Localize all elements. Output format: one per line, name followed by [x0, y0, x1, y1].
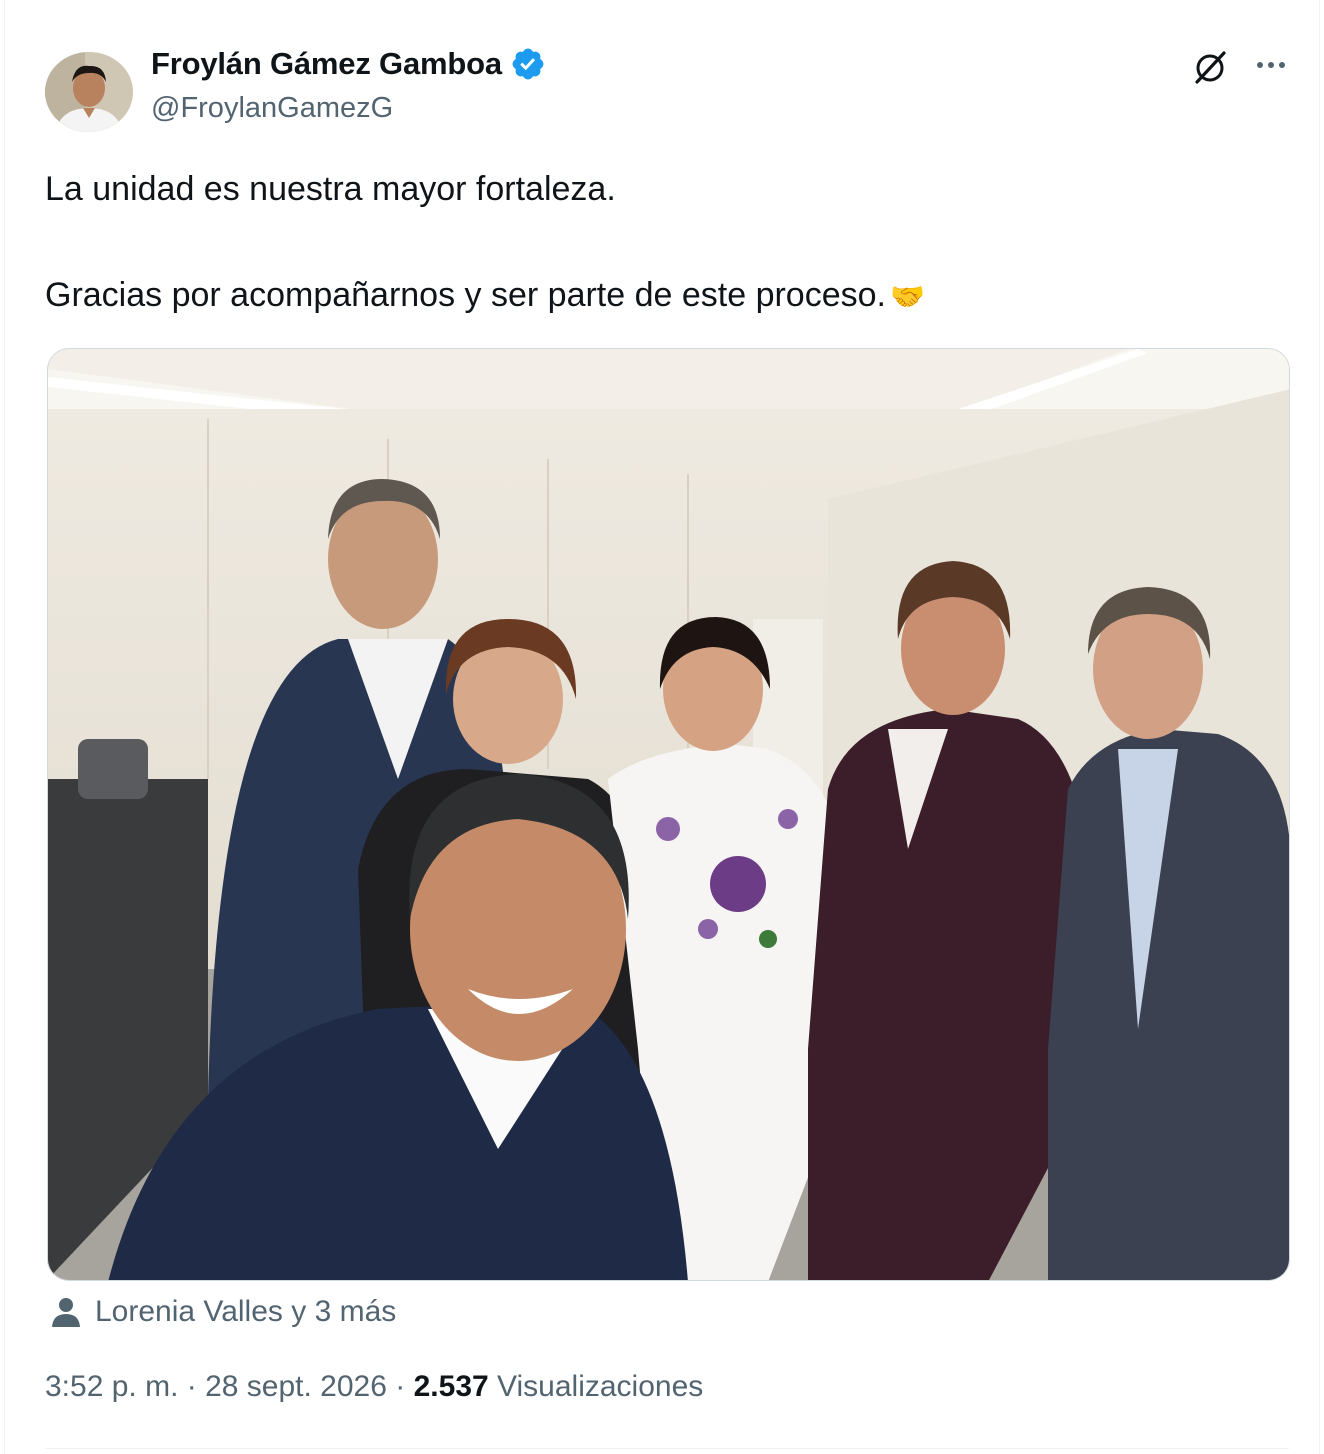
tweet-time[interactable]: 3:52 p. m.: [45, 1370, 178, 1403]
more-dots-icon[interactable]: [1253, 50, 1289, 80]
divider: [45, 1448, 1289, 1449]
tweet-text-line-2-content: Gracias por acompañarnos y ser parte de …: [45, 276, 886, 314]
meta-separator: ·: [395, 1370, 406, 1403]
views-count: 2.537: [413, 1370, 489, 1403]
tweet-meta: 3:52 p. m. · 28 sept. 2026 · 2.537 Visua…: [45, 1370, 703, 1404]
group-selfie-image: [48, 349, 1289, 1280]
tweet-date[interactable]: 28 sept. 2026: [205, 1370, 387, 1403]
tagged-people[interactable]: Lorenia Valles y 3 más: [49, 1290, 396, 1334]
grok-slash-icon[interactable]: [1191, 48, 1229, 86]
views-label: Visualizaciones: [497, 1370, 704, 1403]
author-handle[interactable]: @FroylanGamezG: [151, 92, 393, 125]
author-name[interactable]: Froylán Gámez Gamboa: [151, 46, 502, 82]
tweet-text-line-1: La unidad es nuestra mayor fortaleza.: [45, 170, 616, 208]
meta-separator: ·: [186, 1370, 197, 1403]
handshake-emoji-icon: 🤝: [890, 281, 925, 313]
verified-badge-icon: [512, 48, 544, 80]
tagged-people-text[interactable]: Lorenia Valles y 3 más: [95, 1295, 396, 1329]
tweet-photo[interactable]: [47, 348, 1290, 1281]
author-name-row[interactable]: Froylán Gámez Gamboa: [151, 44, 546, 84]
person-icon: [52, 1298, 80, 1327]
author-avatar[interactable]: [45, 52, 133, 132]
tweet-card: Froylán Gámez Gamboa @FroylanGamezG La u…: [4, 0, 1320, 1454]
tweet-text-line-2: Gracias por acompañarnos y ser parte de …: [45, 274, 925, 318]
